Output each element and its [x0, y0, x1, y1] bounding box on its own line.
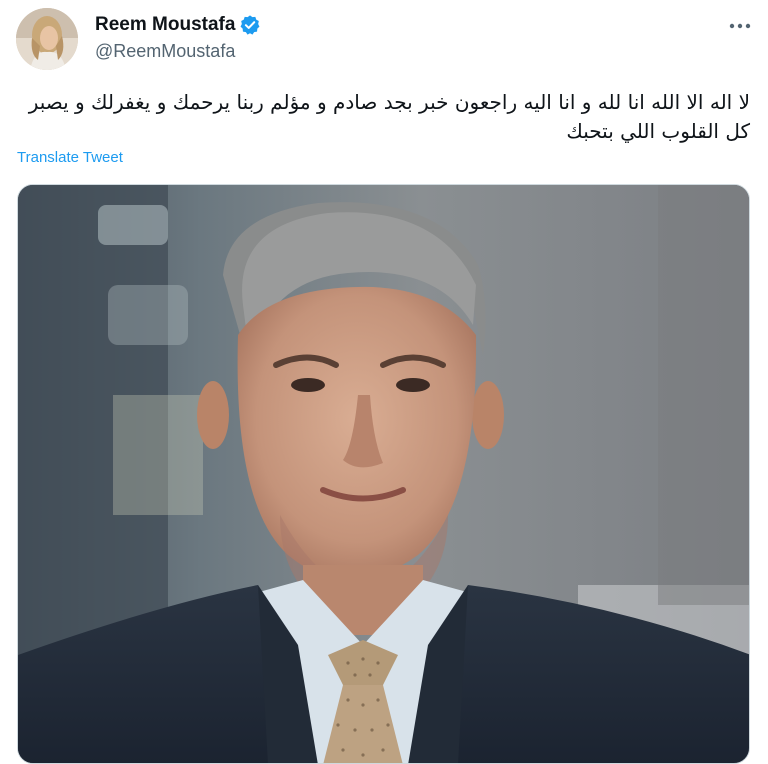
more-options-button[interactable] — [724, 10, 756, 42]
translate-tweet-link[interactable]: Translate Tweet — [17, 149, 123, 167]
author-avatar[interactable] — [16, 8, 78, 70]
avatar-photo-icon — [16, 8, 78, 70]
author-name-row[interactable]: Reem Moustafa — [95, 13, 261, 37]
author-handle[interactable]: @ReemMoustafa — [95, 40, 235, 62]
more-options-icon — [729, 23, 751, 29]
verified-badge-icon — [239, 14, 261, 36]
author-display-name[interactable]: Reem Moustafa — [95, 13, 235, 37]
photo-of-man-in-suit-icon — [18, 185, 749, 763]
tweet-media-photo[interactable] — [17, 184, 750, 764]
tweet-card: Reem Moustafa @ReemMoustafa لا اله الا ا… — [0, 0, 768, 764]
tweet-text: لا اله الا الله انا لله و انا اليه راجعو… — [28, 90, 750, 143]
